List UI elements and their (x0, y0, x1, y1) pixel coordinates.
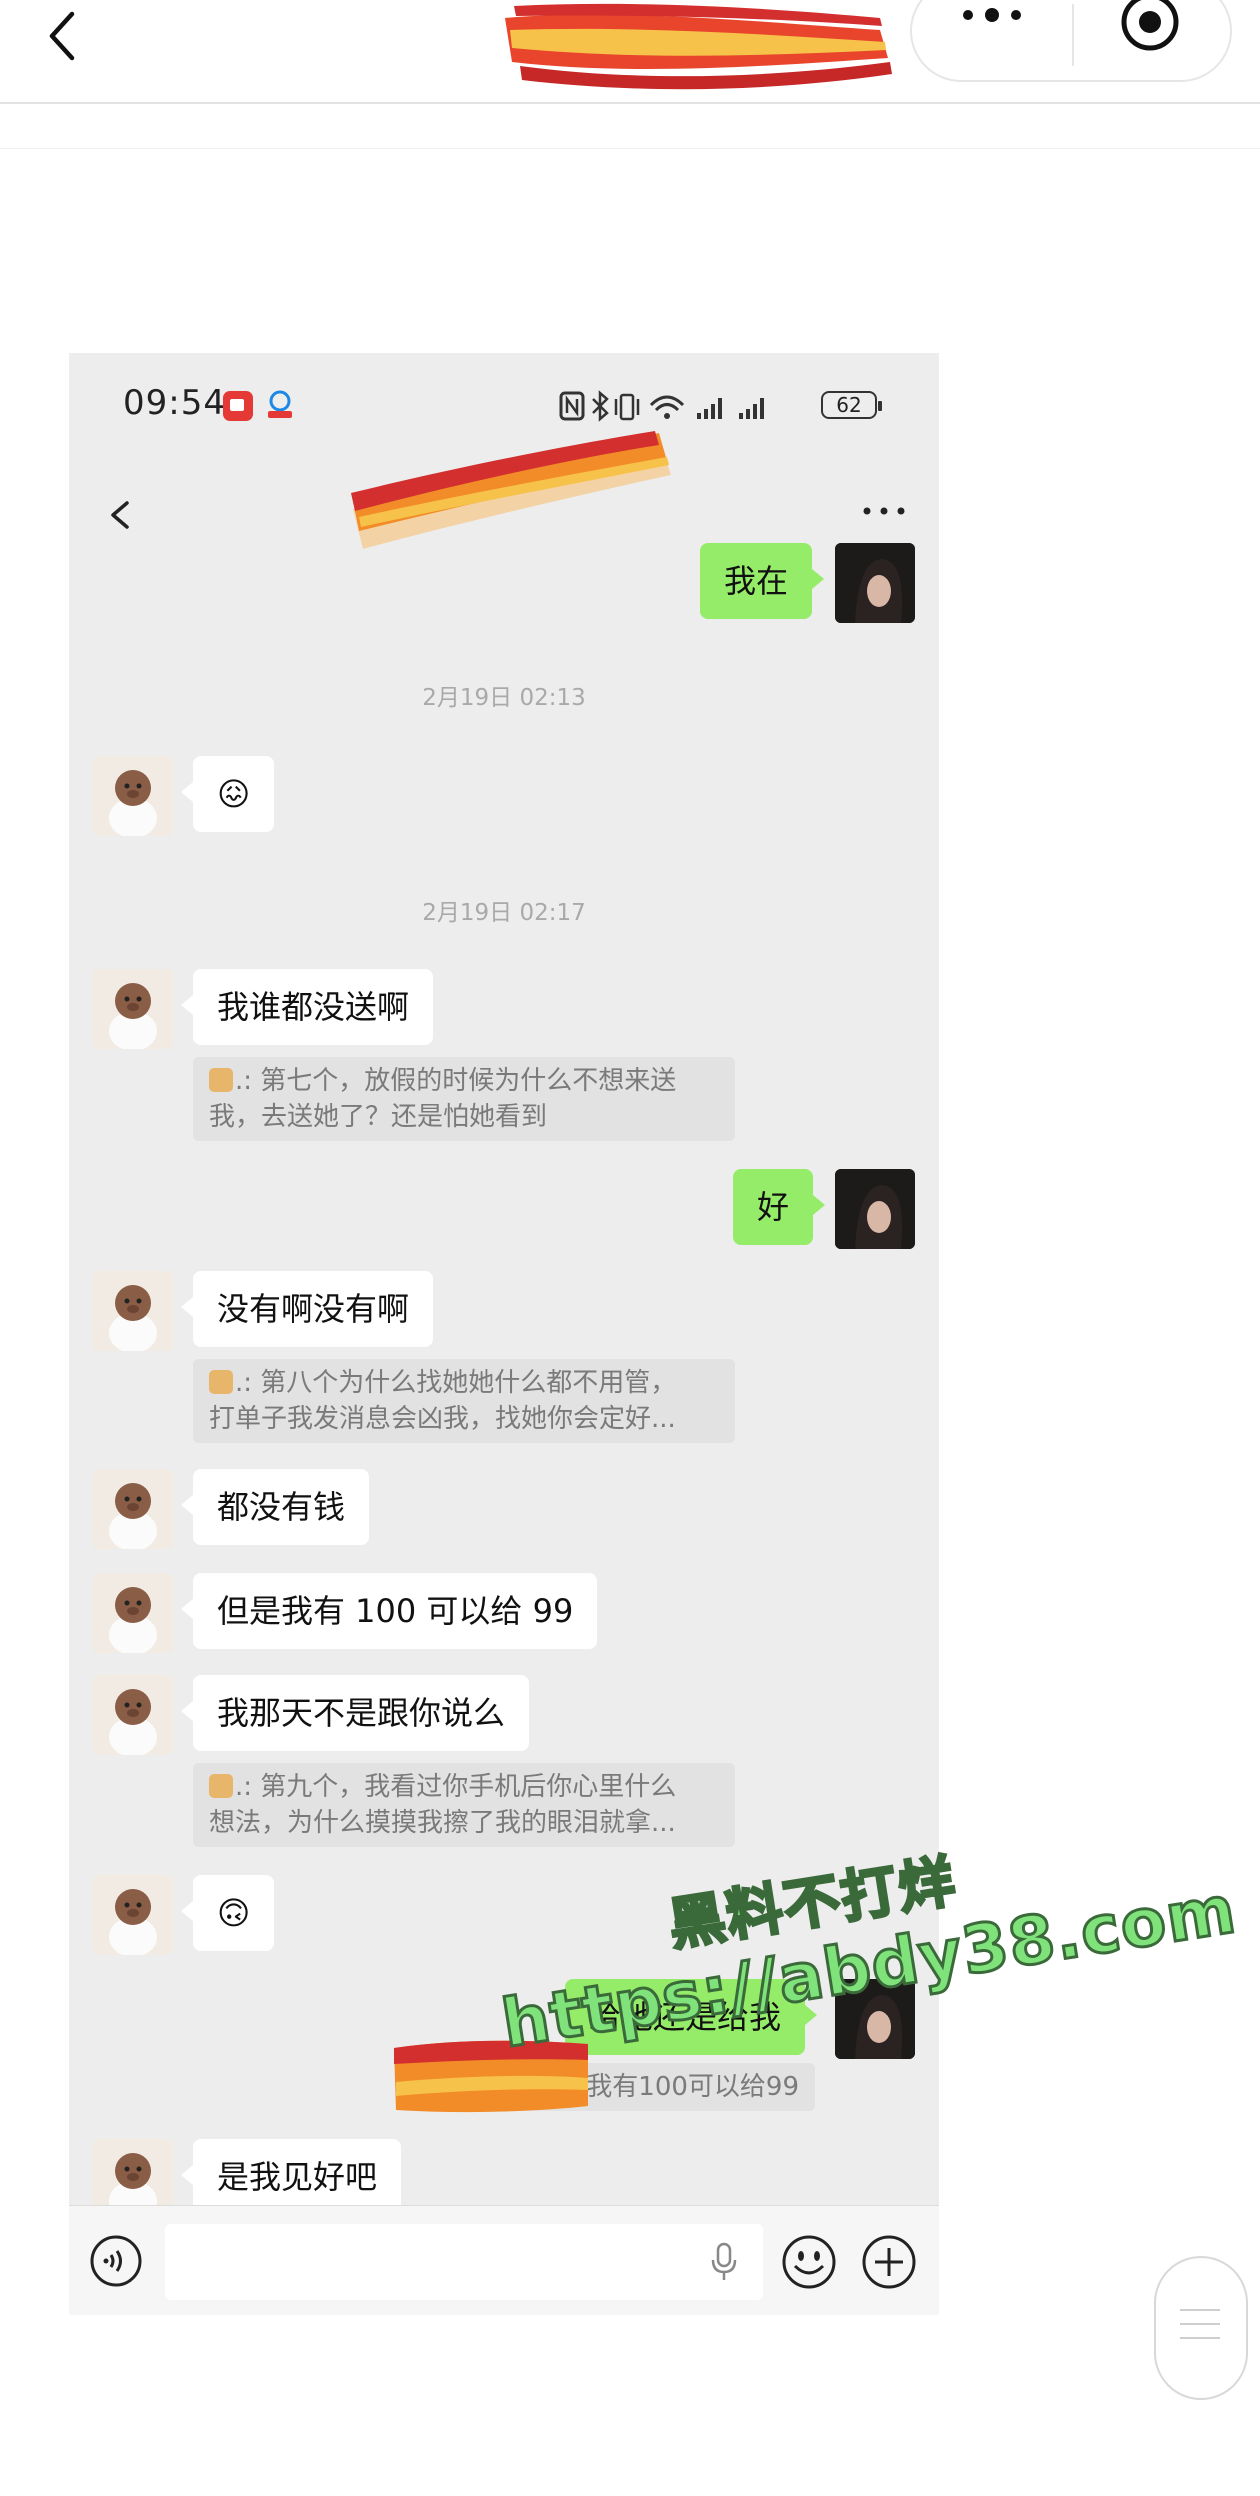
outer-top-bar (0, 0, 1260, 149)
redaction-scribble (394, 2040, 588, 2113)
incoming-message[interactable]: 🙃 (180, 1875, 275, 1951)
chat-more-button[interactable] (859, 501, 909, 521)
notification-app-icon (223, 391, 253, 421)
chevron-left-icon (49, 11, 75, 61)
quote-text: .: 第八个为什么找她她什么都不用管， (235, 1368, 677, 1398)
incoming-message[interactable]: 没有啊没有啊 (180, 1271, 434, 1347)
chat-screenshot: 09:54 62 我在 2月19日 02:13 😖 2月19日 02:17 我谁… (69, 353, 939, 2315)
incoming-message[interactable]: 都没有钱 (180, 1469, 370, 1545)
incoming-message[interactable]: 我那天不是跟你说么 (180, 1675, 530, 1751)
bread-emoji-icon (209, 1774, 233, 1798)
avatar[interactable] (93, 1875, 173, 1955)
menu-lines-icon (1180, 2309, 1220, 2339)
divider (0, 102, 1260, 104)
close-button[interactable] (1118, 0, 1182, 54)
avatar[interactable] (93, 1573, 173, 1653)
status-time: 09:54 (123, 383, 226, 423)
more-dots-icon (863, 507, 905, 515)
quote-text: .: 第七个，放假的时候为什么不想来送 (235, 1066, 677, 1096)
floating-menu-button[interactable] (1154, 2256, 1248, 2400)
bread-emoji-icon (209, 1370, 233, 1394)
quote-text: .: 第九个，我看过你手机后你心里什么 (235, 1772, 677, 1802)
redaction-scribble (351, 431, 671, 549)
bread-emoji-icon (209, 1068, 233, 1092)
more-dots-icon (963, 8, 1021, 22)
avatar[interactable] (835, 543, 915, 623)
quote-text: 想法，为什么摸摸我擦了我的眼泪就拿... (209, 1808, 676, 1838)
quote-text: 打单子我发消息会凶我，找她你会定好... (209, 1404, 676, 1434)
plus-icon[interactable] (861, 2234, 917, 2290)
incoming-message[interactable]: 但是我有 100 可以给 99 (180, 1573, 598, 1649)
voice-icon[interactable] (89, 2234, 143, 2288)
divider (0, 148, 1260, 149)
quote-text: 我，去送她了？还是怕她看到 (209, 1102, 548, 1132)
avatar[interactable] (93, 1469, 173, 1549)
battery-indicator: 62 (821, 391, 882, 419)
notification-app-icon (268, 390, 292, 418)
more-button[interactable] (952, 0, 1032, 30)
outgoing-message[interactable]: 我在 (700, 543, 825, 619)
status-indicator-icons (559, 390, 764, 422)
incoming-message[interactable]: 😖 (180, 756, 275, 832)
avatar[interactable] (93, 1675, 173, 1755)
avatar[interactable] (835, 1979, 915, 2059)
emoji-icon[interactable] (781, 2234, 837, 2290)
outgoing-message[interactable]: 给她还是给我 (565, 1979, 818, 2055)
chat-input-bar (69, 2205, 939, 2315)
incoming-message[interactable]: 我谁都没送啊 (180, 969, 434, 1045)
message-timestamp: 2月19日 02:17 (422, 900, 586, 926)
quoted-message[interactable]: .: 第九个，我看过你手机后你心里什么 想法，为什么摸摸我擦了我的眼泪就拿... (193, 1763, 735, 1847)
chevron-left-icon (111, 501, 129, 529)
capsule-divider (1072, 4, 1074, 66)
avatar[interactable] (835, 1169, 915, 1249)
record-circle-icon (1121, 0, 1179, 51)
avatar[interactable] (93, 756, 173, 836)
chat-back-button[interactable] (99, 485, 139, 545)
quoted-message[interactable]: .: 第七个，放假的时候为什么不想来送 我，去送她了？还是怕她看到 (193, 1057, 735, 1141)
avatar[interactable] (93, 969, 173, 1049)
incoming-message[interactable]: 是我见好吧 (180, 2139, 402, 2215)
avatar[interactable] (93, 1271, 173, 1351)
message-input[interactable] (165, 2224, 763, 2300)
outgoing-message[interactable]: 好 (733, 1169, 826, 1245)
quoted-message[interactable]: .: 第八个为什么找她她什么都不用管， 打单子我发消息会凶我，找她你会定好... (193, 1359, 735, 1443)
message-timestamp: 2月19日 02:13 (422, 685, 586, 711)
mic-icon[interactable] (709, 2242, 739, 2282)
back-button[interactable] (36, 6, 96, 66)
redaction-scribble (505, 3, 892, 90)
mini-program-capsule (910, 0, 1232, 82)
